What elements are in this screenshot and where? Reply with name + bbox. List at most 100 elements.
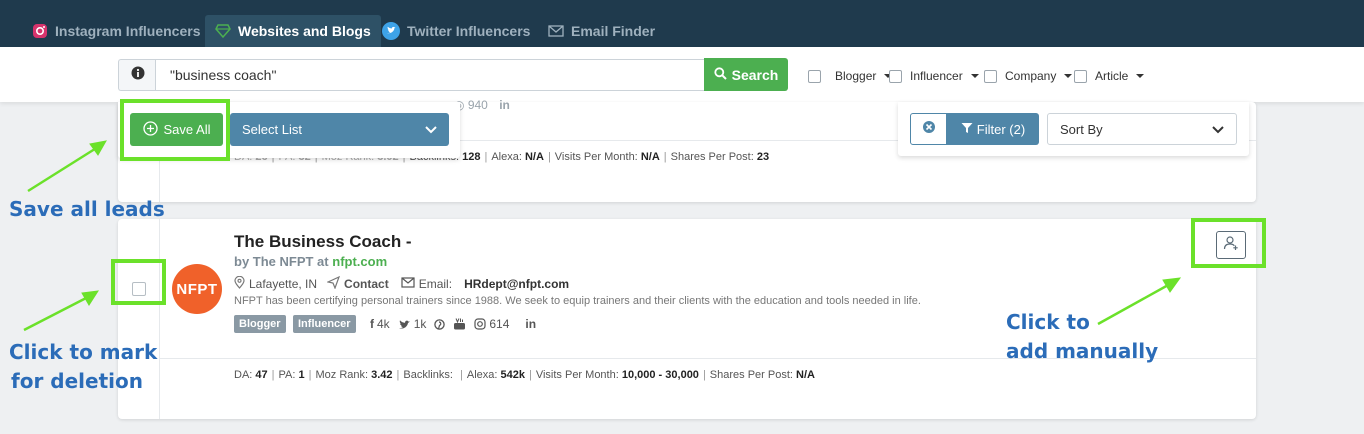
select-list-label: Select List xyxy=(242,122,302,137)
metric-label: Alexa: xyxy=(491,151,522,163)
linkedin-icon: in xyxy=(499,98,510,112)
search-input[interactable] xyxy=(155,59,705,91)
metric-label: Shares Per Post: xyxy=(670,151,754,163)
metric-value: 47 xyxy=(255,369,268,381)
facet-company[interactable]: Company xyxy=(984,69,1073,83)
tab-label: Email Finder xyxy=(571,23,656,39)
annotation-add-line2: add manually xyxy=(1006,339,1159,363)
search-bar: Search Blogger Influencer Company Articl… xyxy=(0,47,1364,102)
result-byline: by The NFPT at nfpt.com xyxy=(234,254,387,269)
metric-label: Shares Per Post: xyxy=(709,369,793,381)
metric-value: 128 xyxy=(462,151,481,163)
location-text: Lafayette, IN xyxy=(249,277,318,291)
facet-label: Article xyxy=(1095,69,1129,83)
social-pinterest[interactable] xyxy=(434,318,446,330)
add-manually-highlight xyxy=(1191,218,1266,268)
metric-value: 542k xyxy=(500,369,525,381)
tab-websites-and-blogs[interactable]: Websites and Blogs xyxy=(205,15,381,47)
facet-checkbox[interactable] xyxy=(889,69,902,83)
facet-article[interactable]: Article xyxy=(1074,69,1145,83)
close-circle-icon xyxy=(922,120,936,139)
metric-value: 23 xyxy=(756,151,770,163)
tab-label: Instagram Influencers xyxy=(55,23,201,39)
chevron-down-icon xyxy=(970,74,979,78)
facet-blogger[interactable]: Blogger xyxy=(808,69,893,83)
chevron-down-icon xyxy=(1064,74,1073,78)
tab-instagram-influencers[interactable]: Instagram Influencers xyxy=(22,15,211,47)
paper-plane-icon xyxy=(326,275,341,292)
social-twitter[interactable]: 1k xyxy=(398,317,427,331)
logo-text: NFPT xyxy=(176,280,218,298)
site-link[interactable]: nfpt.com xyxy=(332,254,387,269)
tab-label: Websites and Blogs xyxy=(238,23,371,39)
facet-label: Blogger xyxy=(835,69,877,83)
contact-link[interactable]: Contact xyxy=(344,277,389,291)
metric-label: Visits Per Month: xyxy=(554,151,638,163)
email-value[interactable]: HRdept@nfpt.com xyxy=(464,277,569,291)
facet-label: Influencer xyxy=(910,69,963,83)
annotation-add-line1: Click to xyxy=(1006,310,1090,334)
diamond-icon xyxy=(215,24,231,38)
chevron-down-icon xyxy=(425,122,437,137)
chevron-down-icon xyxy=(1212,122,1224,137)
envelope-icon xyxy=(401,277,415,291)
site-logo: NFPT xyxy=(172,264,222,314)
clear-filters-button[interactable] xyxy=(910,113,947,145)
facet-checkbox[interactable] xyxy=(984,69,997,83)
metric-label: Alexa: xyxy=(466,369,498,381)
sort-by-select[interactable]: Sort By xyxy=(1047,113,1237,145)
pinterest-icon xyxy=(434,318,446,330)
social-count: 940 xyxy=(467,98,488,112)
metric-label: DA: xyxy=(234,369,253,381)
linkedin-icon[interactable]: in xyxy=(525,317,536,331)
email-label: Email: xyxy=(418,277,453,291)
result-description: NFPT has been certifying personal traine… xyxy=(234,295,921,307)
metric-value: 1 xyxy=(298,369,305,381)
tag-badge: Influencer xyxy=(293,315,356,333)
info-button[interactable] xyxy=(118,59,156,91)
social-counts: f 4k 1k 614 in xyxy=(370,317,536,331)
instagram-icon xyxy=(474,318,486,330)
tag-badge: Blogger xyxy=(234,315,286,333)
filter-button[interactable]: Filter (2) xyxy=(947,113,1039,145)
search-button[interactable]: Search xyxy=(704,58,788,91)
metric-label: Backlinks: xyxy=(403,369,453,381)
social-youtube[interactable] xyxy=(453,318,466,330)
social-facebook[interactable]: f 4k xyxy=(370,317,390,331)
instagram-icon xyxy=(32,23,48,39)
chevron-down-icon xyxy=(1136,74,1145,78)
map-pin-icon xyxy=(234,275,245,292)
annotation-save-all: Save all leads xyxy=(9,197,165,221)
info-icon xyxy=(131,66,145,85)
save-all-highlight xyxy=(120,99,230,161)
sort-by-label: Sort By xyxy=(1060,121,1103,137)
checkbox-highlight xyxy=(111,259,166,305)
tab-email-finder[interactable]: Email Finder xyxy=(538,15,665,47)
metric-value: N/A xyxy=(796,369,815,381)
facet-influencer[interactable]: Influencer xyxy=(889,69,979,83)
twitter-icon xyxy=(382,22,400,40)
tab-twitter-influencers[interactable]: Twitter Influencers xyxy=(372,15,540,47)
filter-label: Filter (2) xyxy=(976,121,1026,137)
annotation-mark-line1: Click to mark xyxy=(9,340,158,364)
social-count: 4k xyxy=(377,317,390,331)
byline-prefix: by The NFPT at xyxy=(234,254,329,269)
tab-label: Twitter Influencers xyxy=(407,23,531,39)
result-title[interactable]: The Business Coach - xyxy=(234,232,412,252)
annotation-mark-line2: for deletion xyxy=(11,369,143,393)
facet-label: Company xyxy=(1005,69,1057,83)
metric-label: Visits Per Month: xyxy=(535,369,619,381)
twitter-icon xyxy=(398,319,411,330)
card2-metrics: DA: 47 | PA: 1 | Moz Rank: 3.42 | Backlinks: |… xyxy=(234,369,815,381)
social-count: 614 xyxy=(489,317,510,331)
youtube-icon xyxy=(453,318,466,330)
facet-checkbox[interactable] xyxy=(808,69,821,83)
contact-info: Lafayette, IN Contact Email: HRdept@nfpt… xyxy=(234,275,569,292)
facet-checkbox[interactable] xyxy=(1074,69,1087,83)
select-list-dropdown[interactable]: Select List xyxy=(230,113,449,146)
search-icon xyxy=(714,66,727,83)
social-count: 1k xyxy=(413,317,427,331)
metric-label: PA: xyxy=(278,369,296,381)
social-instagram[interactable]: 614 xyxy=(474,317,509,331)
envelope-icon xyxy=(548,25,564,37)
